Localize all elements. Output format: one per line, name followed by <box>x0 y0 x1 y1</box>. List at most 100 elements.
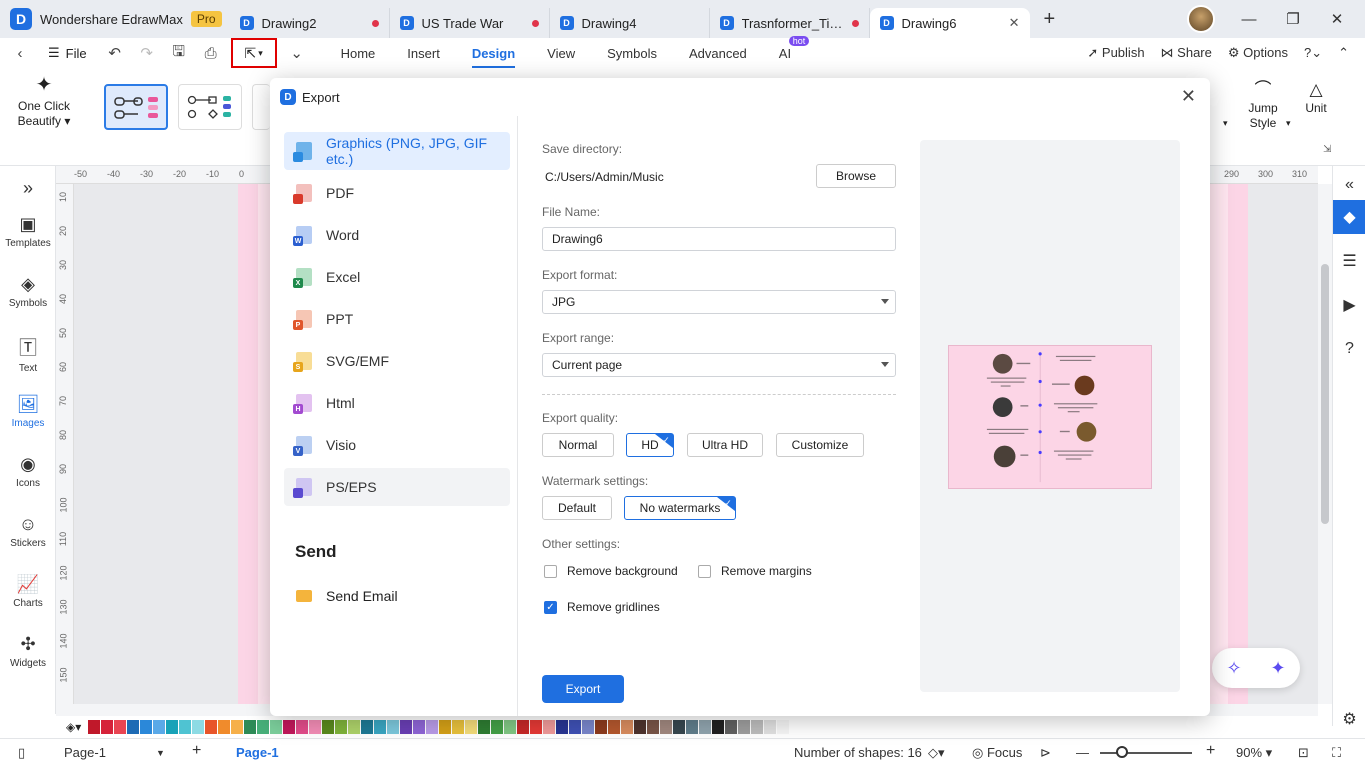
format-svg-emf[interactable]: S SVG/EMF <box>284 342 510 380</box>
color-swatch[interactable] <box>634 720 647 734</box>
doc-tab-drawing6[interactable]: D Drawing6 ✕ <box>869 8 1030 38</box>
color-swatch[interactable] <box>140 720 153 734</box>
color-swatch[interactable] <box>179 720 192 734</box>
file-menu-button[interactable]: ☰ File <box>36 45 99 61</box>
color-swatch[interactable] <box>660 720 673 734</box>
doc-tab-transformer-timeline[interactable]: D Trasnformer_Time... <box>710 8 870 38</box>
export-format-select[interactable]: JPG <box>542 290 896 314</box>
theme-style-1[interactable] <box>104 84 168 130</box>
share-button[interactable]: ⋈ Share <box>1161 45 1212 61</box>
quality-normal-button[interactable]: Normal <box>542 433 614 457</box>
color-swatch[interactable] <box>439 720 452 734</box>
color-swatch[interactable] <box>465 720 478 734</box>
layers-icon[interactable]: ◇▾ <box>928 745 945 761</box>
file-name-input[interactable]: Drawing6 <box>542 227 896 251</box>
fit-page-icon[interactable]: ⊡ <box>1298 745 1309 761</box>
minimize-icon[interactable]: — <box>1239 11 1259 28</box>
remove-gridlines-option[interactable]: ✓ Remove gridlines <box>544 600 660 614</box>
fill-bucket-icon[interactable]: ◆ <box>1333 200 1365 234</box>
page-properties-icon[interactable]: ☰ <box>1333 244 1365 278</box>
color-swatch[interactable] <box>556 720 569 734</box>
color-swatch[interactable] <box>712 720 725 734</box>
redo-icon[interactable]: ↷ <box>131 44 163 62</box>
zoom-out-icon[interactable]: — <box>1076 745 1089 760</box>
export-range-select[interactable]: Current page <box>542 353 896 377</box>
format-visio[interactable]: V Visio <box>284 426 510 464</box>
fullscreen-icon[interactable]: ⛶ <box>1332 745 1341 761</box>
publish-button[interactable]: ➚ Publish <box>1087 45 1144 61</box>
color-swatch[interactable] <box>569 720 582 734</box>
zoom-in-icon[interactable]: + <box>1206 742 1215 760</box>
color-swatch[interactable] <box>335 720 348 734</box>
color-swatch[interactable] <box>452 720 465 734</box>
close-icon[interactable]: ✕ <box>1181 86 1196 107</box>
page-tab-active[interactable]: Page-1 <box>236 745 279 760</box>
remove-margins-option[interactable]: Remove margins <box>698 564 812 578</box>
collapse-right-panel-icon[interactable]: « <box>1333 168 1365 202</box>
color-swatch[interactable] <box>491 720 504 734</box>
quality-customize-button[interactable]: Customize <box>776 433 864 457</box>
page-layout-icon[interactable]: ▯ <box>18 745 25 761</box>
color-swatch[interactable] <box>309 720 322 734</box>
close-window-icon[interactable]: ✕ <box>1327 10 1347 28</box>
color-swatch[interactable] <box>374 720 387 734</box>
unit-button[interactable]: △ Unit <box>1300 81 1332 116</box>
format-ppt[interactable]: P PPT <box>284 300 510 338</box>
color-swatch[interactable] <box>361 720 374 734</box>
play-icon[interactable]: ⊳ <box>1040 745 1051 761</box>
color-swatch[interactable] <box>257 720 270 734</box>
tab-insert[interactable]: Insert <box>391 46 456 61</box>
tab-ai[interactable]: AI hot <box>763 35 810 61</box>
add-page-plus-icon[interactable]: + <box>192 742 201 760</box>
sidebar-item-stickers[interactable]: ☺ Stickers <box>0 514 56 549</box>
close-tab-icon[interactable]: ✕ <box>1009 15 1020 31</box>
color-swatch[interactable] <box>647 720 660 734</box>
color-swatch[interactable] <box>218 720 231 734</box>
vertical-scrollbar[interactable] <box>1318 184 1332 704</box>
remove-background-option[interactable]: Remove background <box>544 564 678 578</box>
export-button[interactable]: Export <box>542 675 624 703</box>
tab-view[interactable]: View <box>531 46 591 61</box>
format-ps-eps[interactable]: PS/EPS <box>284 468 510 506</box>
color-swatch[interactable] <box>478 720 491 734</box>
restore-icon[interactable]: ❐ <box>1283 10 1303 28</box>
zoom-level[interactable]: 90% ▾ <box>1236 745 1272 761</box>
color-swatch[interactable] <box>608 720 621 734</box>
theme-style-2[interactable] <box>178 84 242 130</box>
color-swatch[interactable] <box>686 720 699 734</box>
zoom-slider[interactable] <box>1100 752 1192 754</box>
doc-tab-drawing2[interactable]: D Drawing2 <box>230 8 390 38</box>
color-swatch[interactable] <box>192 720 205 734</box>
sidebar-item-symbols[interactable]: ◈ Symbols <box>0 274 56 309</box>
jump-style-button[interactable]: ⌒ Jump Style <box>1240 81 1286 131</box>
quality-hd-button[interactable]: HD <box>626 433 674 457</box>
undo-icon[interactable]: ↶ <box>99 44 131 62</box>
app-tab[interactable]: D Wondershare EdrawMax Pro <box>0 0 230 38</box>
format-word[interactable]: W Word <box>284 216 510 254</box>
collapse-sidebar-button[interactable]: » <box>0 178 56 202</box>
color-swatch[interactable] <box>270 720 283 734</box>
print-icon[interactable]: ⎙ <box>195 45 227 62</box>
sidebar-item-widgets[interactable]: ✣ Widgets <box>0 634 56 669</box>
help-icon[interactable]: ?⌄ <box>1304 45 1322 61</box>
color-swatch[interactable] <box>777 720 790 734</box>
color-swatch[interactable] <box>127 720 140 734</box>
color-swatch[interactable] <box>673 720 686 734</box>
format-html[interactable]: H Html <box>284 384 510 422</box>
format-graphics[interactable]: Graphics (PNG, JPG, GIF etc.) <box>284 132 510 170</box>
fill-color-icon[interactable]: ◈▾ <box>66 720 81 734</box>
color-swatch[interactable] <box>387 720 400 734</box>
color-swatch[interactable] <box>231 720 244 734</box>
color-swatch[interactable] <box>205 720 218 734</box>
export-button-highlighted[interactable]: ⇱ ▾ <box>230 38 277 68</box>
color-swatch[interactable] <box>595 720 608 734</box>
color-swatch[interactable] <box>322 720 335 734</box>
format-excel[interactable]: X Excel <box>284 258 510 296</box>
tab-home[interactable]: Home <box>325 46 392 61</box>
pro-badge[interactable]: Pro <box>190 11 222 27</box>
scrollbar-thumb[interactable] <box>1321 264 1329 524</box>
presentation-icon[interactable]: ▶ <box>1333 288 1365 322</box>
color-swatch[interactable] <box>400 720 413 734</box>
browse-button[interactable]: Browse <box>816 164 896 188</box>
remove-gridlines-checkbox[interactable]: ✓ <box>544 600 557 614</box>
